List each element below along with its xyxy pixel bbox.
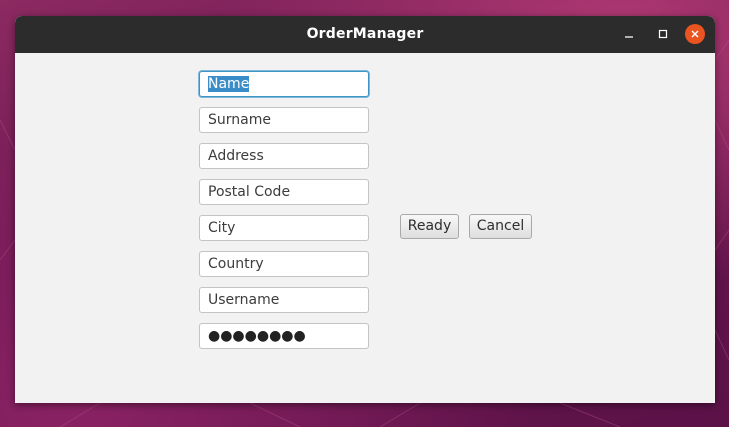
window-titlebar[interactable]: OrderManager [15, 16, 715, 53]
address-field-text: Address [208, 148, 264, 164]
surname-field-text: Surname [208, 112, 271, 128]
username-field[interactable]: Username [199, 287, 369, 313]
address-field[interactable]: Address [199, 143, 369, 169]
minimize-icon [625, 36, 633, 38]
surname-field[interactable]: Surname [199, 107, 369, 133]
window-title: OrderManager [306, 26, 424, 42]
city-field[interactable]: City [199, 215, 369, 241]
cancel-button[interactable]: Cancel [469, 214, 532, 239]
name-field[interactable]: Name [199, 71, 369, 97]
postal-code-field[interactable]: Postal Code [199, 179, 369, 205]
country-field[interactable]: Country [199, 251, 369, 277]
country-field-text: Country [208, 256, 264, 272]
password-field-text: ●●●●●●●● [208, 328, 306, 344]
close-icon [691, 30, 699, 38]
username-field-text: Username [208, 292, 280, 308]
name-field-text: Name [208, 76, 250, 92]
postal-code-field-text: Postal Code [208, 184, 291, 200]
maximize-icon [658, 29, 668, 39]
minimize-button[interactable] [619, 24, 639, 44]
ready-button[interactable]: Ready [400, 214, 459, 239]
password-field[interactable]: ●●●●●●●● [199, 323, 369, 349]
order-manager-window: OrderManager Name Surname Address Postal… [15, 16, 715, 403]
maximize-button[interactable] [653, 24, 673, 44]
city-field-text: City [208, 220, 236, 236]
close-button[interactable] [685, 24, 705, 44]
form-content: Name Surname Address Postal Code City Co… [15, 53, 715, 403]
